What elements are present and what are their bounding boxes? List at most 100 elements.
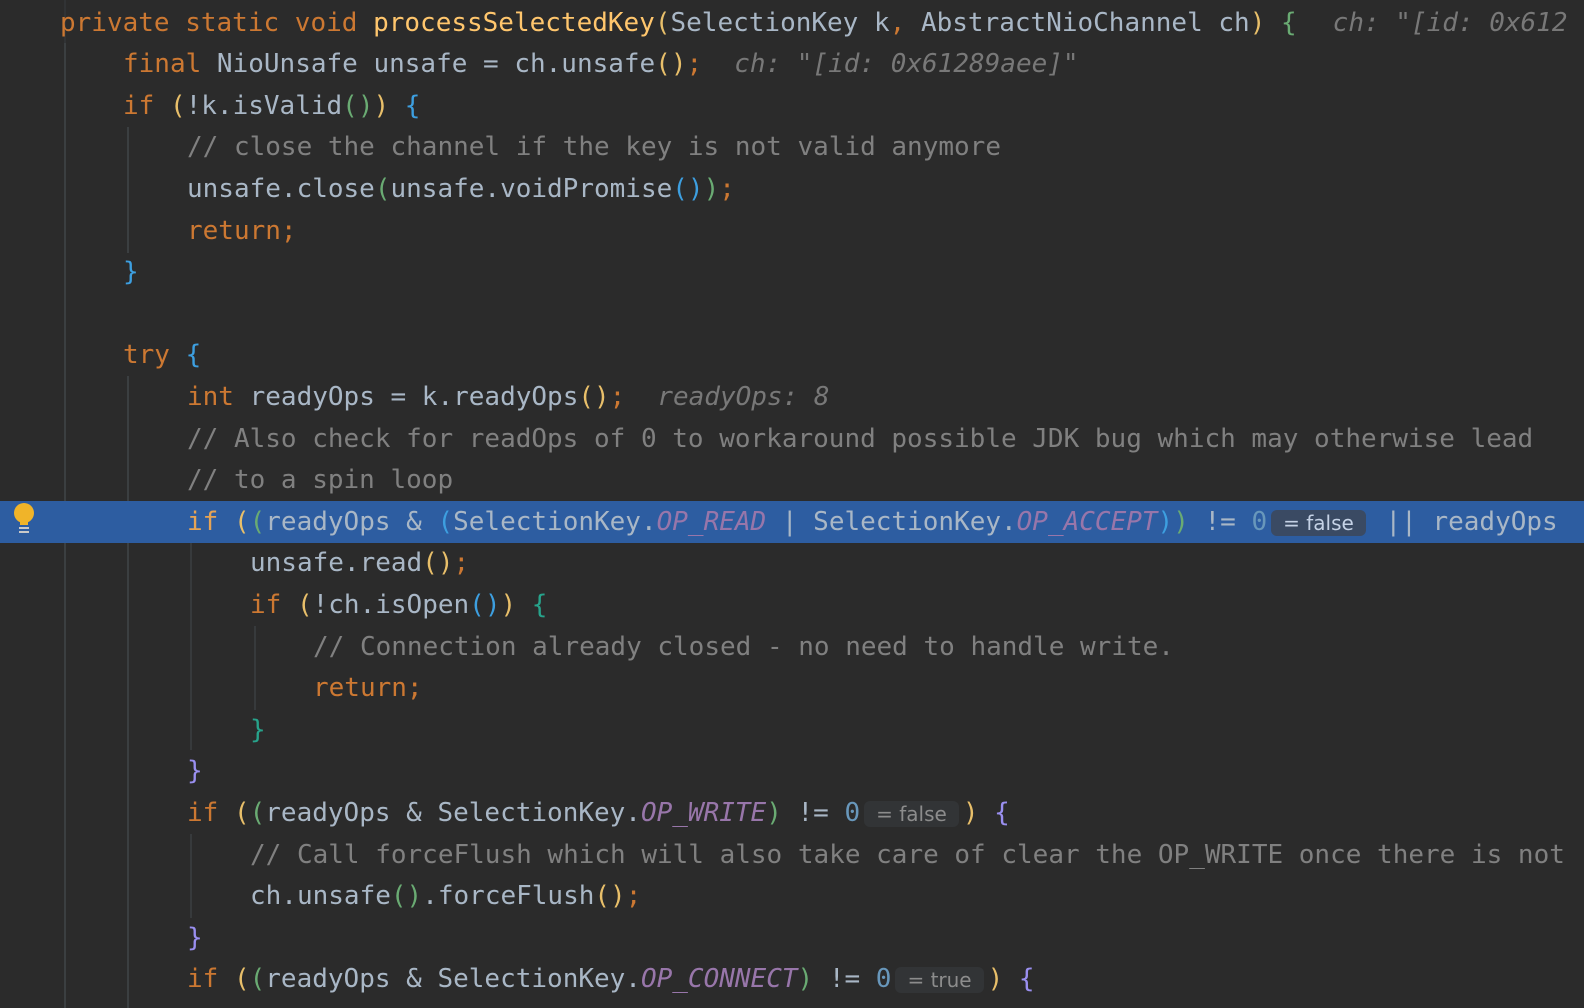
paren: ) [373,91,390,121]
paren: ) [500,590,517,620]
expression: || readyOps [1369,507,1558,537]
operator: != [1188,507,1252,537]
paren: ( [654,8,671,38]
number-literal: 0 [875,964,892,994]
code-line[interactable]: return; [0,210,1584,252]
code-line[interactable]: // Connection already closed - no need t… [0,626,1584,668]
statement: .forceFlush [422,881,595,911]
statement: unsafe.read [250,548,423,578]
lightbulb-icon[interactable] [12,501,36,535]
expression: readyOps & SelectionKey. [265,964,641,994]
expression: readyOps & [265,507,438,537]
constant: OP_ACCEPT [1016,507,1158,537]
keyword: if [187,964,234,994]
expression: !ch.isOpen [312,590,470,620]
code-line[interactable]: if (!k.isValid()) { [0,85,1584,127]
code-line[interactable]: } [0,251,1584,293]
brace: } [187,756,203,786]
statement: unsafe.close [187,174,375,204]
paren: ) [987,964,1004,994]
code-line[interactable]: unsafe.read(); [0,542,1584,584]
code-line[interactable]: ch.unsafe().forceFlush(); [0,875,1584,917]
semicolon: ; [686,49,703,79]
debug-inline-hint: ch: "[id: 0x61289aee]" [734,49,1079,79]
expression: readyOps & SelectionKey. [265,798,641,828]
paren: () [342,91,374,121]
code-line[interactable]: // Call forceFlush which will also take … [0,834,1584,876]
statement: NioUnsafe unsafe = ch.unsafe [216,49,656,79]
code-line[interactable]: } [0,750,1584,792]
keyword: if [250,590,297,620]
debug-inline-hint: readyOps: 8 [657,382,830,412]
paren: () [390,881,423,911]
method-name: processSelectedKey [373,8,655,38]
param: SelectionKey k [670,8,890,38]
paren: ) [1157,507,1174,537]
semicolon: ; [625,881,642,911]
brace: } [123,257,139,287]
paren: ( [233,507,250,537]
paren: () [672,174,704,204]
statement: unsafe.voidPromise [390,174,673,204]
keyword: return; [313,673,423,703]
code-line[interactable]: if ((readyOps & SelectionKey.OP_WRITE) !… [0,792,1584,834]
comment: // Call forceFlush which will also take … [250,840,1565,870]
paren: ( [233,964,250,994]
expression: | SelectionKey. [766,507,1017,537]
paren: ) [1249,8,1266,38]
code-line[interactable]: if (!ch.isOpen()) { [0,584,1584,626]
debug-value-inlay[interactable]: = true [895,966,984,993]
code-line[interactable]: final NioUnsafe unsafe = ch.unsafe(); ch:… [0,43,1584,85]
code-line[interactable]: } [0,709,1584,751]
code-line-method-signature[interactable]: private static void processSelectedKey(S… [0,2,1584,44]
paren: ( [374,174,391,204]
statement: ch.unsafe [250,881,391,911]
keyword: private static void [60,8,374,38]
paren: () [578,382,610,412]
code-line[interactable]: unsafe.close(unsafe.voidPromise()); [0,168,1584,210]
keyword: try [123,340,186,370]
brace: { [1003,964,1035,994]
code-line[interactable]: // close the channel if the key is not v… [0,126,1584,168]
paren: ) [1173,507,1189,537]
operator: != [813,964,876,994]
keyword: final [123,49,217,79]
debug-value-inlay[interactable]: = false [864,800,959,827]
paren: () [655,49,687,79]
brace: { [389,91,421,121]
param: AbstractNioChannel ch [920,8,1250,38]
brace: } [187,923,203,953]
keyword: if [187,798,234,828]
number-literal: 0 [1251,507,1268,537]
code-line[interactable]: // Also check for readOps of 0 to workar… [0,418,1584,460]
comment: // Also check for readOps of 0 to workar… [187,424,1534,454]
code-line[interactable]: } [0,917,1584,959]
statement: readyOps = k.readyOps [249,382,579,412]
code-editor[interactable]: private static void processSelectedKey(S… [0,0,1584,1008]
code-line[interactable]: try { [0,334,1584,376]
paren: ( [249,798,266,828]
paren: ( [437,507,454,537]
code-line-current-execution[interactable]: if ((readyOps & (SelectionKey.OP_READ | … [0,501,1584,543]
code-line[interactable]: // to a spin loop [0,459,1584,501]
keyword: return; [187,216,297,246]
semicolon: ; [719,174,735,204]
brace: { [1265,8,1297,38]
code-line[interactable]: int readyOps = k.readyOps(); readyOps: 8 [0,376,1584,418]
paren: ( [169,91,186,121]
paren: ( [249,507,266,537]
keyword: int [187,382,250,412]
constant: OP_CONNECT [640,964,798,994]
brace: } [250,715,266,745]
paren: ) [797,964,814,994]
comment: // Connection already closed - no need t… [313,632,1174,662]
debug-value-inlay[interactable]: = false [1271,509,1366,536]
expression: SelectionKey. [453,507,657,537]
comment: // close the channel if the key is not v… [187,132,1001,162]
code-line[interactable]: if ((readyOps & SelectionKey.OP_CONNECT)… [0,958,1584,1000]
brace: { [185,340,202,370]
paren: ) [703,174,720,204]
code-line[interactable]: return; [0,667,1584,709]
paren: ( [249,964,266,994]
paren: ( [233,798,250,828]
